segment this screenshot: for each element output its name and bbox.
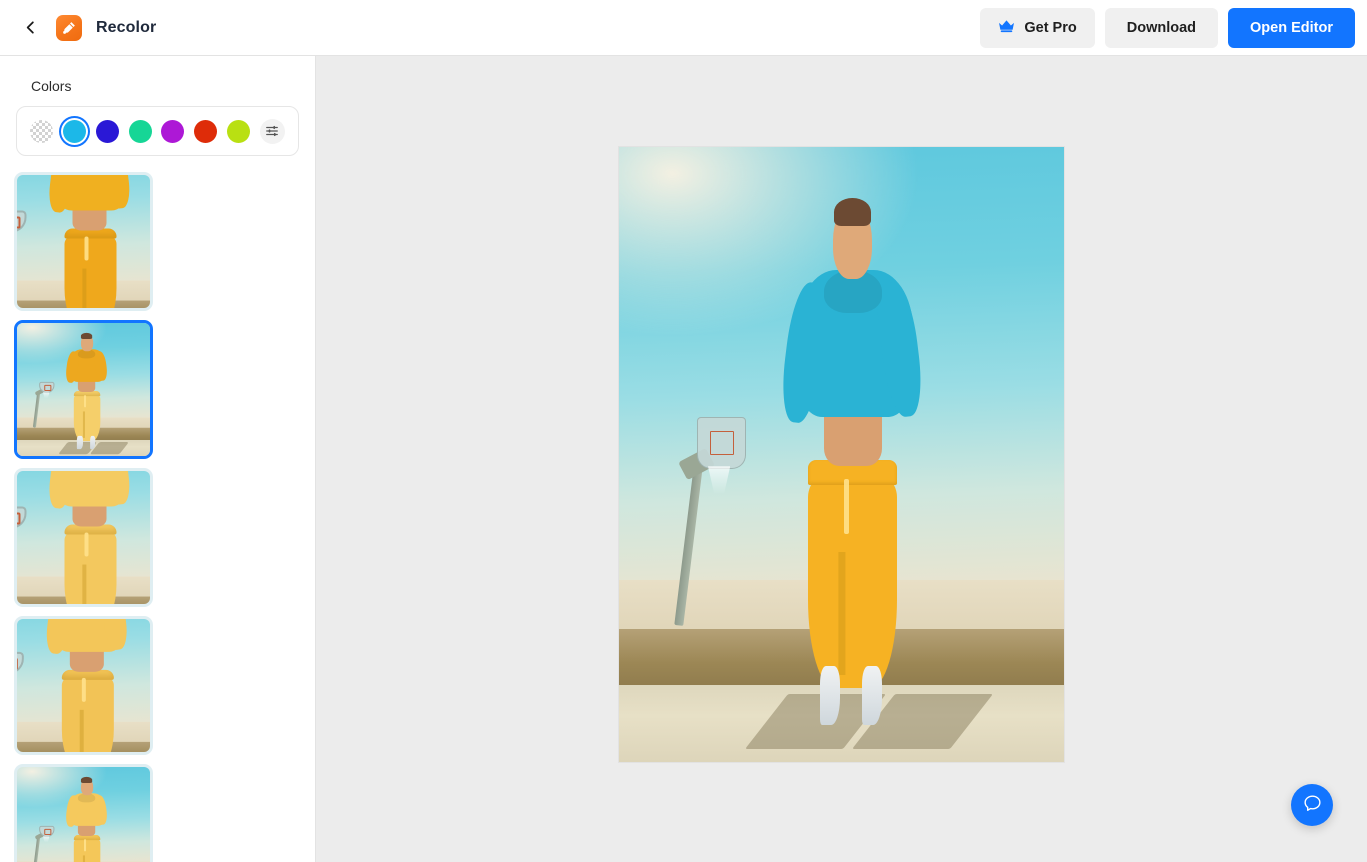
thumbnail-variant-2[interactable] bbox=[14, 320, 153, 459]
thumbnail-variant-3[interactable] bbox=[14, 468, 153, 607]
main-preview-image[interactable] bbox=[619, 146, 1064, 762]
swatch-green[interactable] bbox=[128, 119, 152, 143]
crown-icon bbox=[998, 19, 1015, 37]
recolor-app: Recolor Get Pro Download Open Editor Col… bbox=[0, 0, 1367, 862]
back-button[interactable] bbox=[16, 14, 44, 42]
app-header: Recolor Get Pro Download Open Editor bbox=[0, 0, 1367, 56]
variant-thumbnail-grid bbox=[0, 156, 315, 862]
swatch-cyan[interactable] bbox=[62, 119, 86, 143]
download-button[interactable]: Download bbox=[1104, 7, 1219, 48]
open-editor-button[interactable]: Open Editor bbox=[1228, 7, 1355, 48]
chevron-left-icon bbox=[23, 20, 38, 35]
help-chat-button[interactable] bbox=[1291, 784, 1333, 826]
swatch-blue[interactable] bbox=[95, 119, 119, 143]
colors-section-label: Colors bbox=[31, 78, 72, 94]
swatch-lime[interactable] bbox=[227, 119, 251, 143]
sidebar: Colors bbox=[0, 56, 316, 862]
chat-bubble-icon bbox=[1302, 793, 1323, 817]
swatch-transparent[interactable] bbox=[30, 119, 53, 143]
preview-canvas bbox=[316, 56, 1367, 862]
thumbnail-variant-5[interactable] bbox=[14, 764, 153, 862]
app-body: Colors bbox=[0, 56, 1367, 862]
color-swatch-row bbox=[16, 106, 299, 156]
swatch-red[interactable] bbox=[194, 119, 218, 143]
get-pro-label: Get Pro bbox=[1024, 19, 1077, 36]
get-pro-button[interactable]: Get Pro bbox=[980, 7, 1095, 48]
thumbnail-variant-1[interactable] bbox=[14, 172, 153, 311]
recolor-brush-icon bbox=[56, 14, 82, 41]
page-title: Recolor bbox=[96, 18, 157, 36]
sliders-icon[interactable] bbox=[259, 118, 285, 144]
thumbnail-variant-4[interactable] bbox=[14, 616, 153, 755]
swatch-purple[interactable] bbox=[161, 119, 185, 143]
